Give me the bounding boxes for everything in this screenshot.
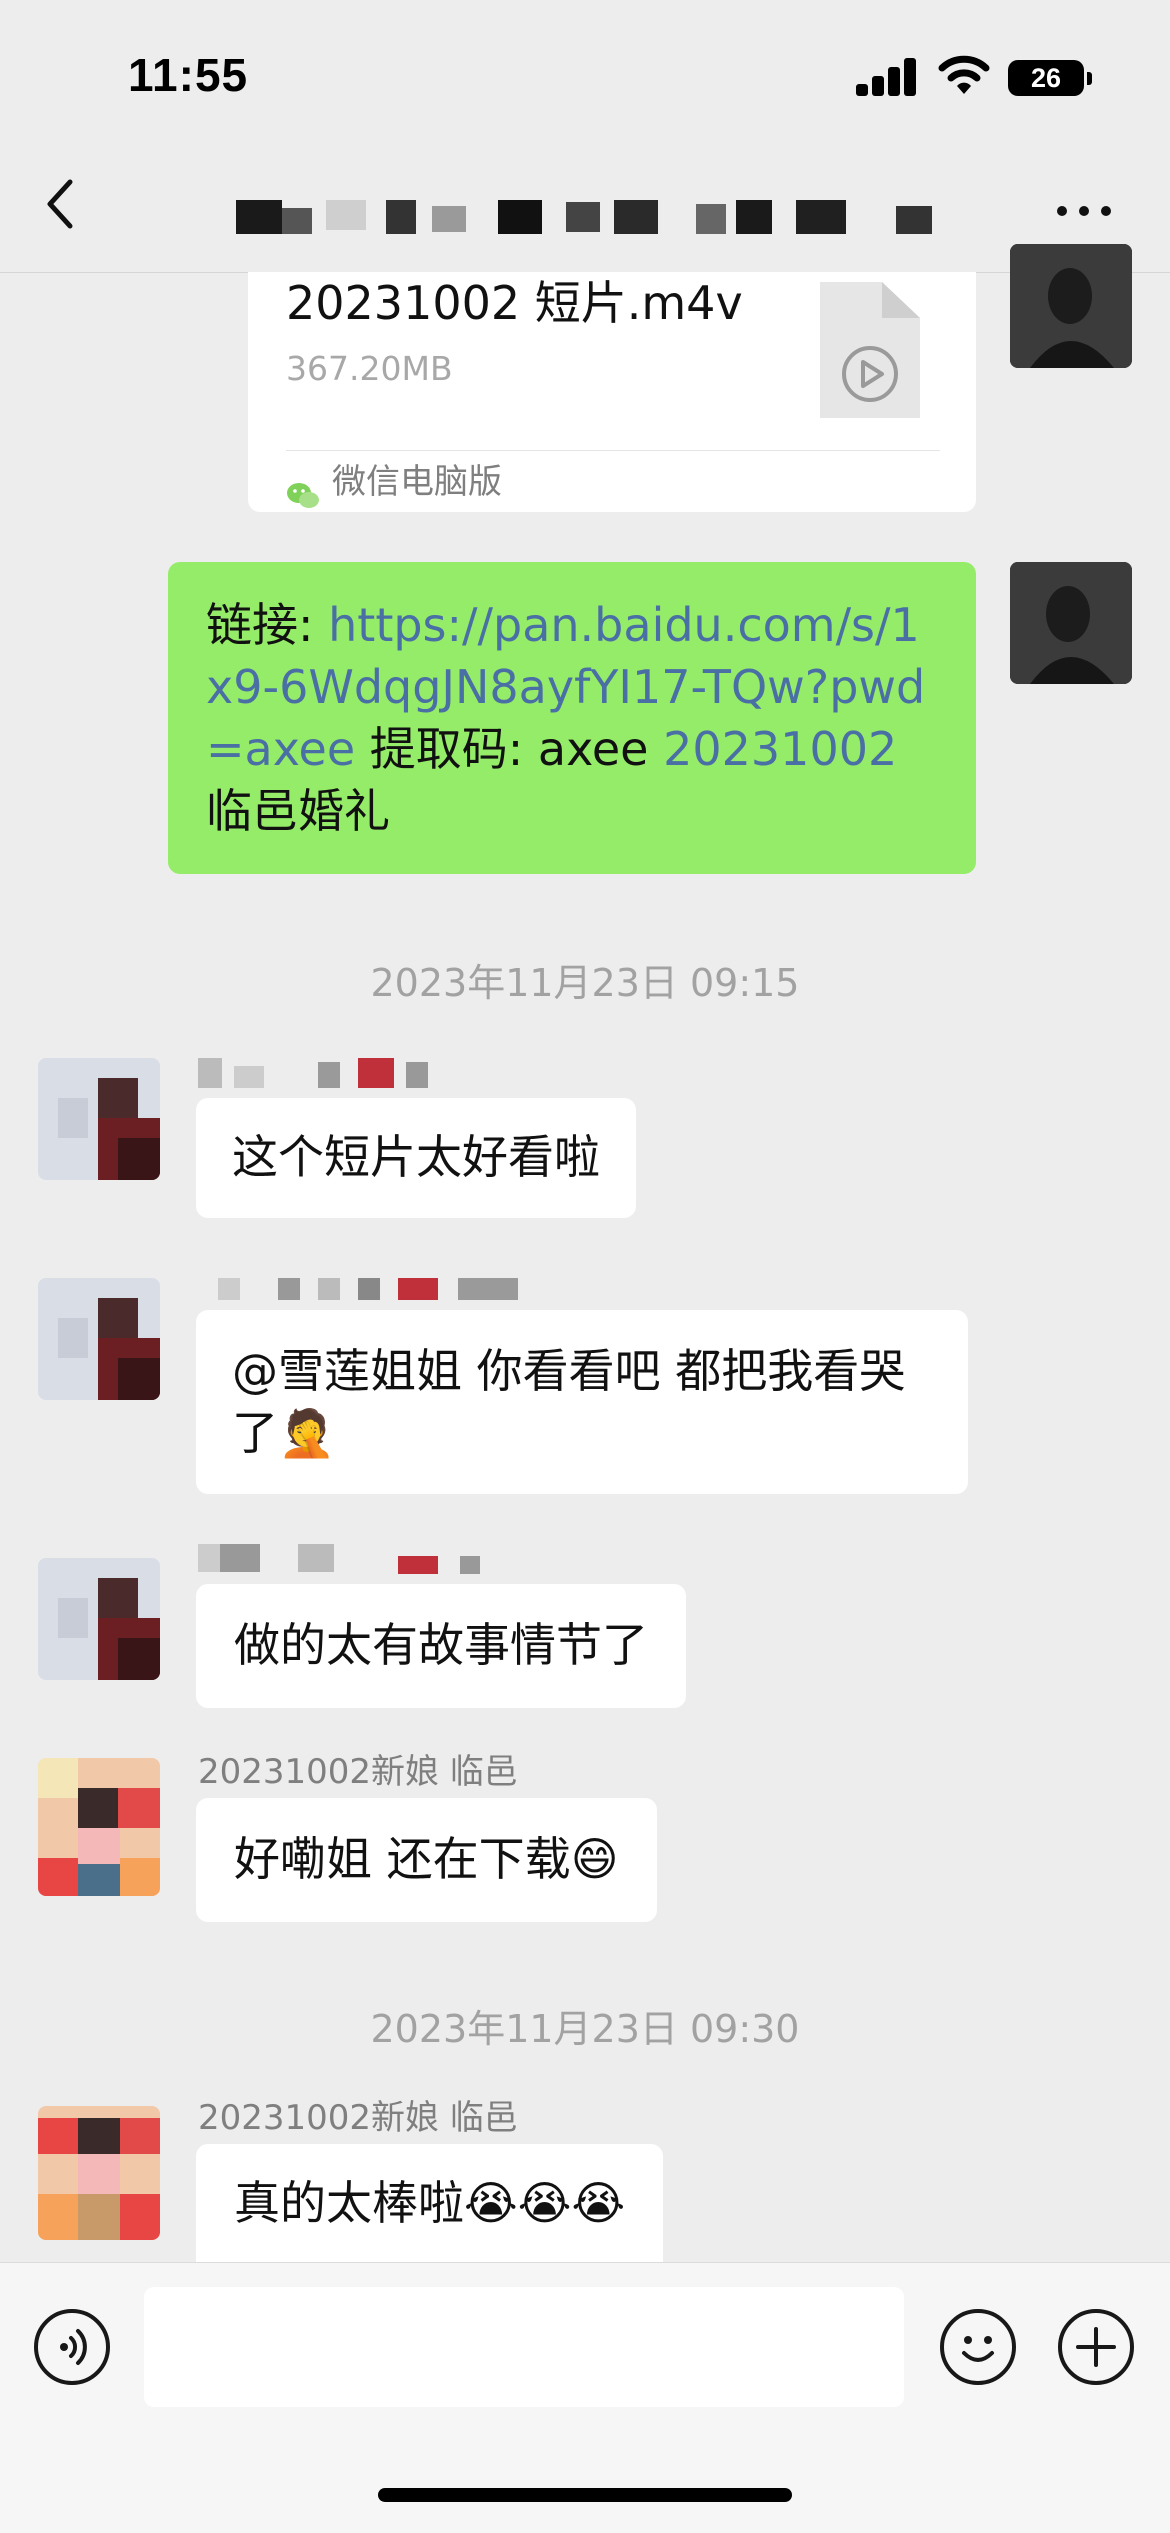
avatar-bride[interactable] [38, 2106, 160, 2240]
battery-tip [1087, 72, 1092, 85]
crying-emoji: 😭 [464, 2176, 518, 2230]
message-text: 真的太棒啦 [234, 2176, 464, 2230]
chat-input-bar [0, 2262, 1170, 2533]
avatar-self[interactable] [1010, 562, 1132, 684]
link-message-bubble[interactable]: 链接: https://pan.baidu.com/s/1x9-6WdqgJN8… [168, 562, 976, 874]
more-options-button[interactable] [1052, 196, 1116, 226]
avatar-self[interactable] [1010, 244, 1132, 368]
timestamp: 2023年11月23日 09:15 [370, 961, 800, 1005]
voice-input-button[interactable] [34, 2309, 110, 2385]
extraction-code: 提取码: axee [355, 722, 664, 776]
link-tag[interactable]: 20231002 [663, 722, 897, 776]
timestamp: 2023年11月23日 09:30 [370, 2007, 800, 2051]
chat-header [0, 150, 1170, 273]
file-card-divider [286, 450, 940, 451]
file-source-label: 微信电脑版 [332, 462, 502, 502]
battery-indicator: 26 [1008, 60, 1084, 96]
voice-icon [60, 2329, 87, 2365]
ellipsis-icon [1057, 206, 1111, 216]
message-text: 好嘞姐 还在下载 [234, 1832, 571, 1886]
cellular-signal-icon [856, 58, 918, 96]
back-button[interactable] [40, 174, 100, 244]
wifi-icon [938, 54, 990, 100]
chat-title-pixelated [236, 196, 956, 236]
file-message-card[interactable]: 20231002 短片.m4v 367.20MB 微信电脑版 [248, 272, 976, 512]
plus-icon [1076, 2327, 1116, 2367]
sender-name-pixelated [198, 1540, 498, 1576]
crying-emoji: 😭 [571, 2176, 626, 2230]
emoji-button[interactable] [940, 2309, 1016, 2385]
link-suffix: 临邑婚礼 [206, 784, 390, 838]
status-time: 11:55 [128, 49, 249, 101]
avatar-sender[interactable] [38, 1278, 160, 1400]
message-bubble[interactable]: 这个短片太好看啦 [196, 1098, 636, 1218]
sender-name-pixelated [218, 1278, 518, 1302]
avatar-bride[interactable] [38, 1758, 160, 1896]
sender-name: 20231002新娘 临邑 [198, 1752, 518, 1792]
crying-emoji: 😭 [517, 2176, 572, 2230]
wechat-pc-icon [286, 464, 320, 526]
smiley-icon [962, 2336, 994, 2362]
chevron-left-icon [47, 179, 73, 229]
message-bubble[interactable]: 好嘞姐 还在下载😄 [196, 1798, 657, 1922]
file-name: 20231002 短片.m4v [286, 276, 743, 330]
avatar-sender[interactable] [38, 1058, 160, 1180]
grinning-emoji: 😄 [570, 1832, 619, 1886]
more-functions-button[interactable] [1058, 2309, 1134, 2385]
facepalm-emoji: 🤦 [278, 1406, 336, 1460]
avatar-sender[interactable] [38, 1558, 160, 1680]
message-bubble[interactable]: 真的太棒啦😭😭😭 [196, 2144, 664, 2262]
home-indicator [378, 2488, 792, 2502]
sender-name-pixelated [198, 1058, 498, 1092]
sender-name: 20231002新娘 临邑 [198, 2098, 518, 2138]
message-bubble[interactable]: @雪莲姐姐 你看看吧 都把我看哭了🤦 [196, 1310, 968, 1494]
message-input[interactable] [144, 2287, 904, 2407]
message-bubble[interactable]: 做的太有故事情节了 [196, 1584, 686, 1708]
video-file-icon [820, 282, 920, 433]
file-size: 367.20MB [286, 349, 453, 388]
link-prefix: 链接: [206, 598, 329, 652]
